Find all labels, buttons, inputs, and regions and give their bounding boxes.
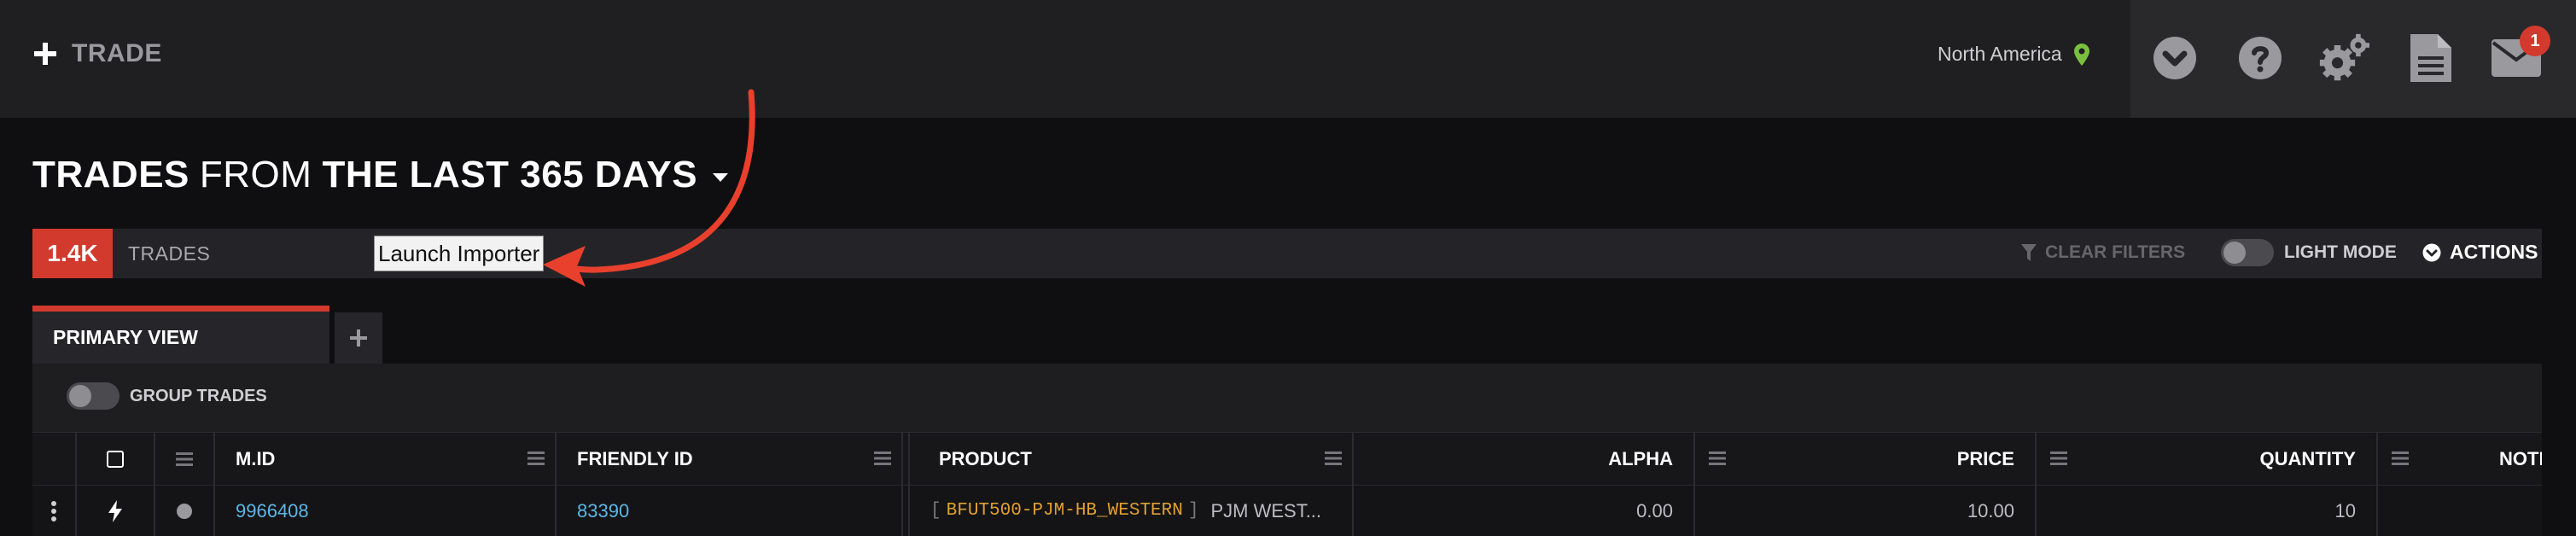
header-quantity[interactable]: QUANTITY [2037,433,2378,485]
column-menu-icon[interactable] [1325,452,1342,465]
header-quantity-label: QUANTITY [2259,447,2356,469]
region-selector[interactable]: North America [1938,43,2089,66]
bracket-close: ] [1187,501,1199,521]
light-mode-label: LIGHT MODE [2284,242,2397,262]
title-part-trades: TRADES [32,154,189,195]
row-drag-handle[interactable] [32,486,77,536]
add-view-button[interactable] [335,312,382,364]
header-drag-column [32,433,77,485]
trade-count-badge: 1.4K [32,229,113,278]
clear-filters-button[interactable]: CLEAR FILTERS [2021,242,2185,263]
chevron-down-circle-icon [2422,243,2441,261]
brand-label: TRADE [72,39,162,67]
plus-icon [350,329,367,347]
grid-header-row: M.ID FRIENDLY ID PRODUCT ALPHA PRICE QUA… [32,432,2542,485]
group-trades-label: GROUP TRADES [130,386,267,405]
top-icon-bar: 1 [2130,0,2576,118]
column-divider [903,433,910,485]
title-part-range: THE LAST 365 DAYS [322,154,698,195]
row-action-cell[interactable] [77,486,155,536]
launch-importer-button[interactable]: Launch Importer [374,236,545,271]
header-notional-label: NOTI [2499,447,2542,469]
new-trade-button[interactable]: TRADE [34,39,162,68]
trades-label: TRADES [128,242,211,265]
title-part-from: FROM [199,154,312,195]
table-row[interactable]: 9966408 83390 [BFUT500-PJM-HB_WESTERN] P… [32,485,2542,536]
header-status-column[interactable] [155,433,215,485]
cell-mid[interactable]: 9966408 [215,486,557,536]
settings-icon[interactable] [2318,32,2369,84]
header-mid[interactable]: M.ID [215,433,557,485]
product-code: BFUT500-PJM-HB_WESTERN [946,501,1183,521]
status-dot [177,503,192,519]
header-friendly-id[interactable]: FRIENDLY ID [557,433,903,485]
header-friendly-id-label: FRIENDLY ID [577,447,693,469]
select-all-checkbox[interactable] [107,450,124,468]
row-status-cell [155,486,215,536]
help-icon[interactable] [2235,32,2286,84]
bracket-open: [ [930,501,941,521]
summary-bar: 1.4K TRADES Launch Importer CLEAR FILTER… [32,229,2542,278]
toggle-switch[interactable] [67,382,119,410]
chevron-down-circle-icon[interactable] [2149,32,2200,84]
cell-alpha: 0.00 [1354,486,1695,536]
drag-handle-icon[interactable] [50,500,57,521]
top-bar: TRADE North America 1 [0,0,2576,118]
lightning-icon[interactable] [108,499,122,522]
header-product-label: PRODUCT [939,447,1032,469]
column-menu-icon[interactable] [527,452,545,465]
column-menu-icon[interactable] [2392,452,2409,465]
toggle-switch[interactable] [2221,239,2274,266]
header-alpha[interactable]: ALPHA [1354,433,1695,485]
page-title[interactable]: TRADES FROM THE LAST 365 DAYS [32,154,729,196]
header-select-all[interactable] [77,433,155,485]
column-menu-icon[interactable] [2050,452,2067,465]
header-mid-label: M.ID [236,447,276,469]
region-label: North America [1938,43,2062,65]
header-price[interactable]: PRICE [1695,433,2037,485]
cell-notional [2378,486,2542,536]
header-price-label: PRICE [1956,447,2014,469]
cell-friendly-id[interactable]: 83390 [557,486,903,536]
column-menu-icon[interactable] [176,452,193,466]
document-icon[interactable] [2405,32,2457,84]
column-menu-icon[interactable] [874,452,891,465]
header-product[interactable]: PRODUCT [910,433,1354,485]
trades-grid-panel: GROUP TRADES M.ID FRIENDLY ID PRODUCT AL… [32,364,2542,536]
cell-quantity: 10 [2037,486,2378,536]
group-trades-toggle[interactable]: GROUP TRADES [67,382,267,410]
header-notional[interactable]: NOTI [2378,433,2542,485]
cell-product[interactable]: [BFUT500-PJM-HB_WESTERN] PJM WEST... [910,486,1354,536]
map-pin-icon [2073,43,2089,66]
light-mode-toggle[interactable]: LIGHT MODE [2221,239,2397,266]
column-menu-icon[interactable] [1709,452,1726,465]
caret-down-icon[interactable] [713,173,729,182]
actions-label: ACTIONS [2450,241,2538,263]
tab-primary-view[interactable]: PRIMARY VIEW [32,306,329,364]
product-name: PJM WEST... [1210,499,1322,521]
mail-icon[interactable]: 1 [2491,26,2550,84]
plus-icon [34,43,56,65]
notification-badge: 1 [2520,26,2550,56]
clear-filters-label: CLEAR FILTERS [2045,242,2186,262]
column-divider [903,486,910,536]
header-alpha-label: ALPHA [1608,447,1673,469]
cell-price: 10.00 [1695,486,2037,536]
actions-menu-button[interactable]: ACTIONS [2422,241,2538,264]
filter-icon [2021,244,2037,261]
